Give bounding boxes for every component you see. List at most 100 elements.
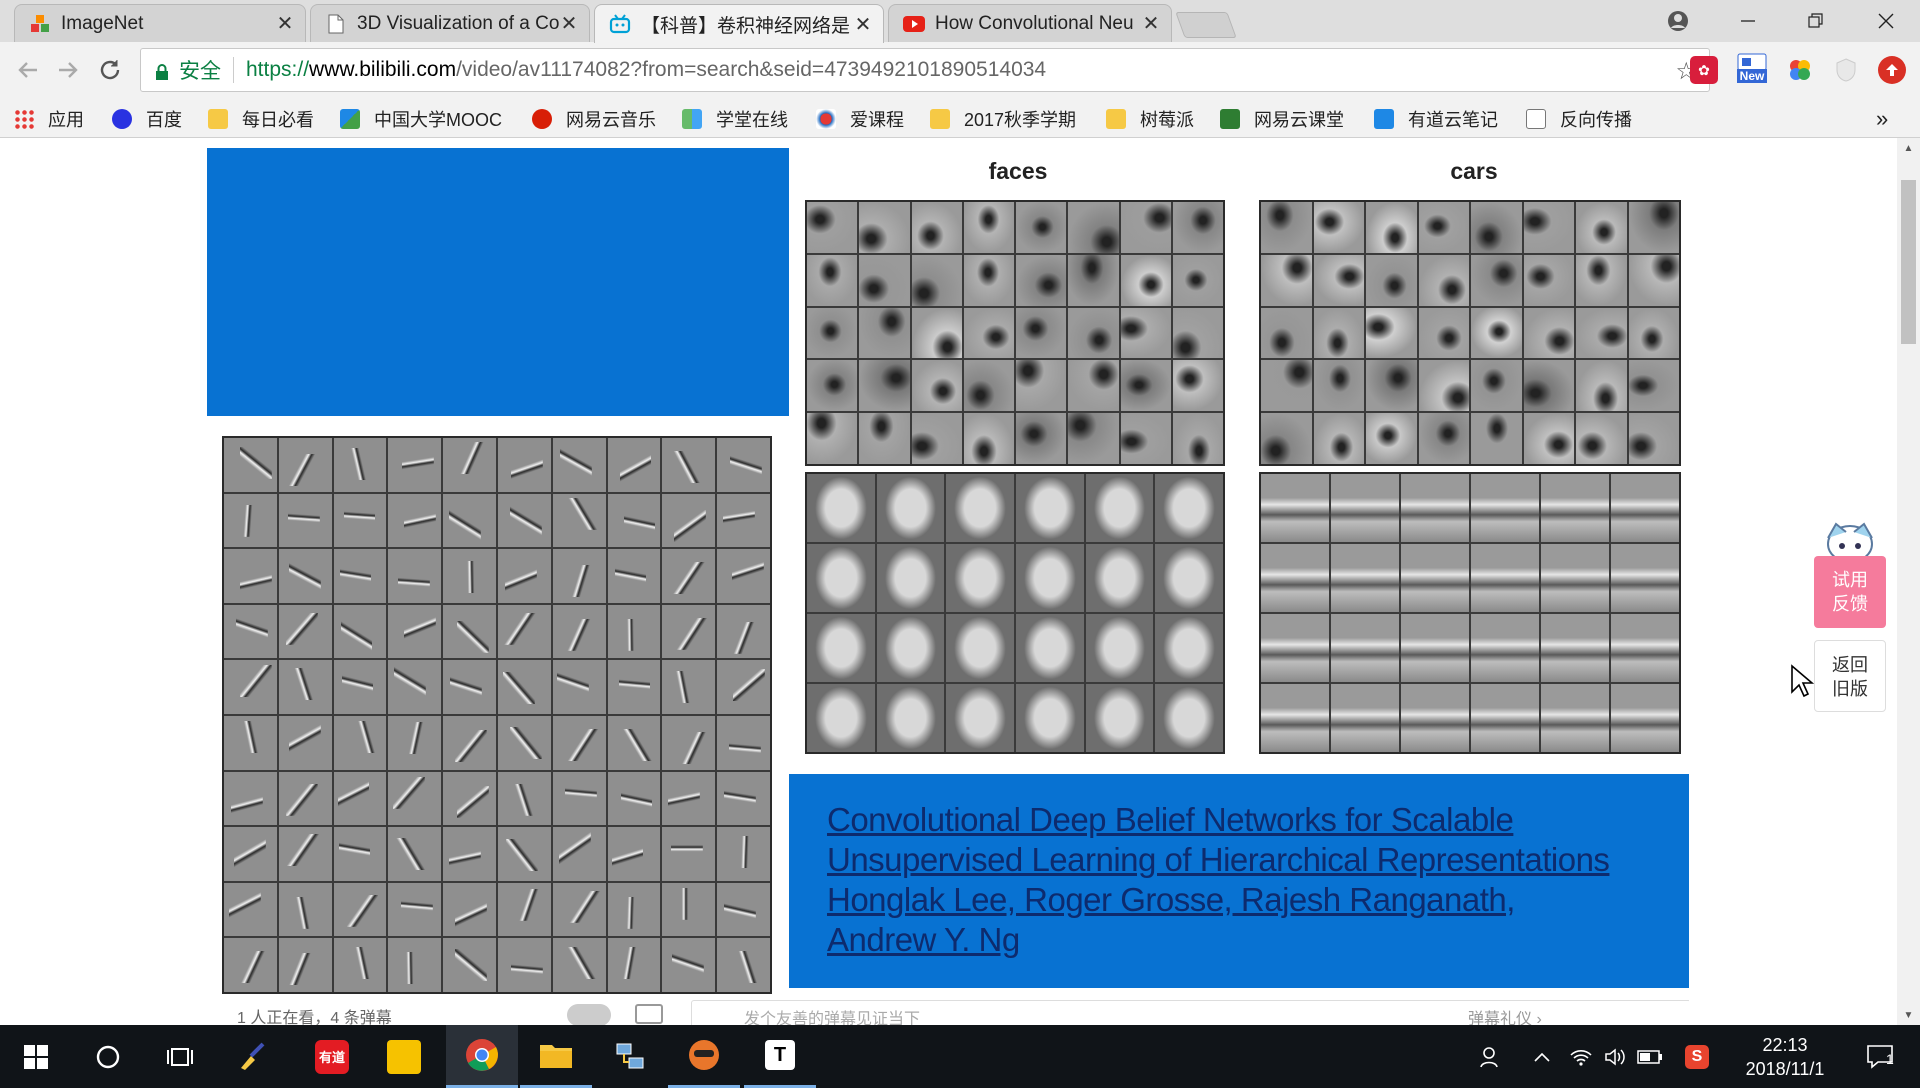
filter-thumbnail xyxy=(443,549,496,603)
action-center-icon[interactable]: 1 xyxy=(1856,1025,1906,1088)
bookmark-folder-daily[interactable]: 每日必看 xyxy=(208,106,314,132)
filter-thumbnail xyxy=(1366,413,1417,464)
close-window-icon[interactable] xyxy=(1852,0,1920,42)
system-clock[interactable]: 22:13 2018/11/1 xyxy=(1720,1033,1850,1081)
filter-thumbnail xyxy=(278,882,332,937)
return-old-version-button[interactable]: 返回 旧版 xyxy=(1814,640,1886,712)
forward-icon[interactable] xyxy=(48,50,88,90)
battery-icon[interactable] xyxy=(1636,1025,1664,1088)
bookmark-netease-music[interactable]: 网易云音乐 xyxy=(532,106,656,132)
document-icon xyxy=(1526,109,1546,129)
feedback-button[interactable]: 试用 反馈 xyxy=(1814,556,1886,628)
tab-3d-visualization[interactable]: 3D Visualization of a Co ✕ xyxy=(310,4,590,42)
close-tab-icon[interactable]: ✕ xyxy=(853,14,873,36)
filter-thumbnail xyxy=(1576,254,1627,306)
bookmark-youdao-note[interactable]: 有道云笔记 xyxy=(1374,106,1498,132)
filter-thumbnail xyxy=(717,549,770,603)
bookmark-backprop[interactable]: 反向传播 xyxy=(1526,106,1632,132)
filter-thumbnail xyxy=(333,493,387,548)
bookmark-label: 网易云音乐 xyxy=(566,110,656,130)
divider xyxy=(233,57,234,83)
back-icon[interactable] xyxy=(8,50,48,90)
filter-thumbnail xyxy=(1471,684,1539,752)
url-host: www.bilibili.com xyxy=(309,58,457,81)
danmaku-etiquette-link[interactable]: 弹幕礼仪 › xyxy=(1468,1005,1542,1025)
url-scheme: https:// xyxy=(246,58,310,81)
tab-bilibili[interactable]: 【科普】卷积神经网络是 ✕ xyxy=(594,4,884,43)
bookmark-mooc[interactable]: 中国大学MOOC xyxy=(340,106,502,132)
scroll-up-icon[interactable]: ▲ xyxy=(1897,138,1920,158)
danmaku-input[interactable]: 发个友善的弹幕见证当下 弹幕礼仪 › xyxy=(691,1000,1689,1025)
filter-thumbnail xyxy=(717,938,770,992)
extension-news-icon[interactable]: New xyxy=(1734,50,1770,86)
bookmark-folder-2017[interactable]: 2017秋季学期 xyxy=(930,106,1076,132)
filter-thumbnail xyxy=(1471,202,1522,253)
filter-thumbnail xyxy=(1576,202,1627,253)
bookmark-apps[interactable]: 应用 xyxy=(14,106,84,132)
filter-thumbnail xyxy=(607,715,661,770)
tab-imagenet[interactable]: ImageNet ✕ xyxy=(14,4,306,42)
cortana-search-icon[interactable] xyxy=(72,1025,144,1088)
url-text[interactable]: https://www.bilibili.com/video/av1117408… xyxy=(246,58,1046,82)
filter-thumbnail xyxy=(443,715,496,770)
task-view-icon[interactable] xyxy=(144,1025,216,1088)
scroll-thumb[interactable] xyxy=(1901,180,1916,344)
page-scrollbar[interactable]: ▲ ▼ xyxy=(1897,138,1920,1025)
danmaku-toggle-icon[interactable] xyxy=(567,1004,611,1025)
start-windows-icon[interactable] xyxy=(0,1025,72,1088)
mask-app-icon[interactable] xyxy=(668,1025,740,1088)
video-player-app-icon[interactable] xyxy=(368,1025,440,1088)
paint-app-icon[interactable] xyxy=(216,1025,288,1088)
tab-youtube[interactable]: How Convolutional Neu ✕ xyxy=(888,4,1172,42)
restore-icon[interactable] xyxy=(1782,0,1850,42)
filter-thumbnail xyxy=(1016,360,1067,412)
video-frame[interactable]: faces cars Convolutional Deep Belief Net… xyxy=(207,148,1689,1025)
feedback-line: 反馈 xyxy=(1832,594,1868,614)
filter-thumbnail xyxy=(963,254,1014,306)
filter-thumbnail xyxy=(911,202,962,253)
network-app-icon[interactable] xyxy=(594,1025,666,1088)
filter-thumbnail xyxy=(1016,307,1067,359)
bookmark-xuetang[interactable]: 学堂在线 xyxy=(682,106,788,132)
close-tab-icon[interactable]: ✕ xyxy=(1141,13,1161,35)
extension-pinwheel-icon[interactable] xyxy=(1786,56,1814,84)
filter-thumbnail xyxy=(388,549,442,603)
file-explorer-app-icon[interactable] xyxy=(520,1025,592,1088)
new-tab-button[interactable] xyxy=(1175,12,1237,38)
tray-expand-chevron-icon[interactable] xyxy=(1530,1025,1554,1088)
filter-thumbnail xyxy=(224,660,277,714)
filter-thumbnail xyxy=(911,413,962,464)
filter-thumbnail xyxy=(1120,202,1171,253)
typora-app-icon[interactable]: T xyxy=(744,1025,816,1088)
youdao-dict-app-icon[interactable]: 有道 xyxy=(296,1025,368,1088)
extension-red-icon[interactable]: ✿ xyxy=(1690,56,1718,84)
windows-taskbar: 有道 T S 22:13 2018/11/1 1 xyxy=(0,1025,1920,1088)
filter-thumbnail xyxy=(911,360,962,412)
minimize-icon[interactable] xyxy=(1714,0,1782,42)
close-tab-icon[interactable]: ✕ xyxy=(275,13,295,35)
filter-thumbnail xyxy=(1015,544,1084,612)
sogou-ime-icon[interactable]: S xyxy=(1682,1025,1712,1088)
filter-thumbnail xyxy=(1313,254,1364,306)
extension-shield-icon[interactable] xyxy=(1832,56,1860,84)
bookmark-folder-raspberry[interactable]: 树莓派 xyxy=(1106,106,1194,132)
reload-icon[interactable] xyxy=(90,50,130,90)
scroll-down-icon[interactable]: ▼ xyxy=(1897,1005,1920,1025)
danmaku-settings-icon[interactable] xyxy=(635,1004,663,1024)
close-tab-icon[interactable]: ✕ xyxy=(559,13,579,35)
bookmark-netease-class[interactable]: 网易云课堂 xyxy=(1220,106,1344,132)
bookmark-baidu[interactable]: 百度 xyxy=(112,106,182,132)
filter-thumbnail xyxy=(1015,474,1084,542)
chrome-app-icon[interactable] xyxy=(446,1025,518,1088)
filter-thumbnail xyxy=(278,549,332,603)
extension-update-icon[interactable] xyxy=(1878,56,1906,84)
wifi-icon[interactable] xyxy=(1568,1025,1594,1088)
volume-icon[interactable] xyxy=(1602,1025,1628,1088)
address-bar[interactable]: 安全 https://www.bilibili.com/video/av1117… xyxy=(140,48,1710,92)
filter-thumbnail xyxy=(224,938,277,992)
bookmark-icourse[interactable]: 爱课程 xyxy=(816,106,904,132)
people-icon[interactable] xyxy=(1476,1025,1506,1088)
profile-icon[interactable] xyxy=(1644,0,1712,42)
bookmarks-overflow-chevron-icon[interactable]: » xyxy=(1876,106,1888,132)
filter-thumbnail xyxy=(278,604,332,659)
